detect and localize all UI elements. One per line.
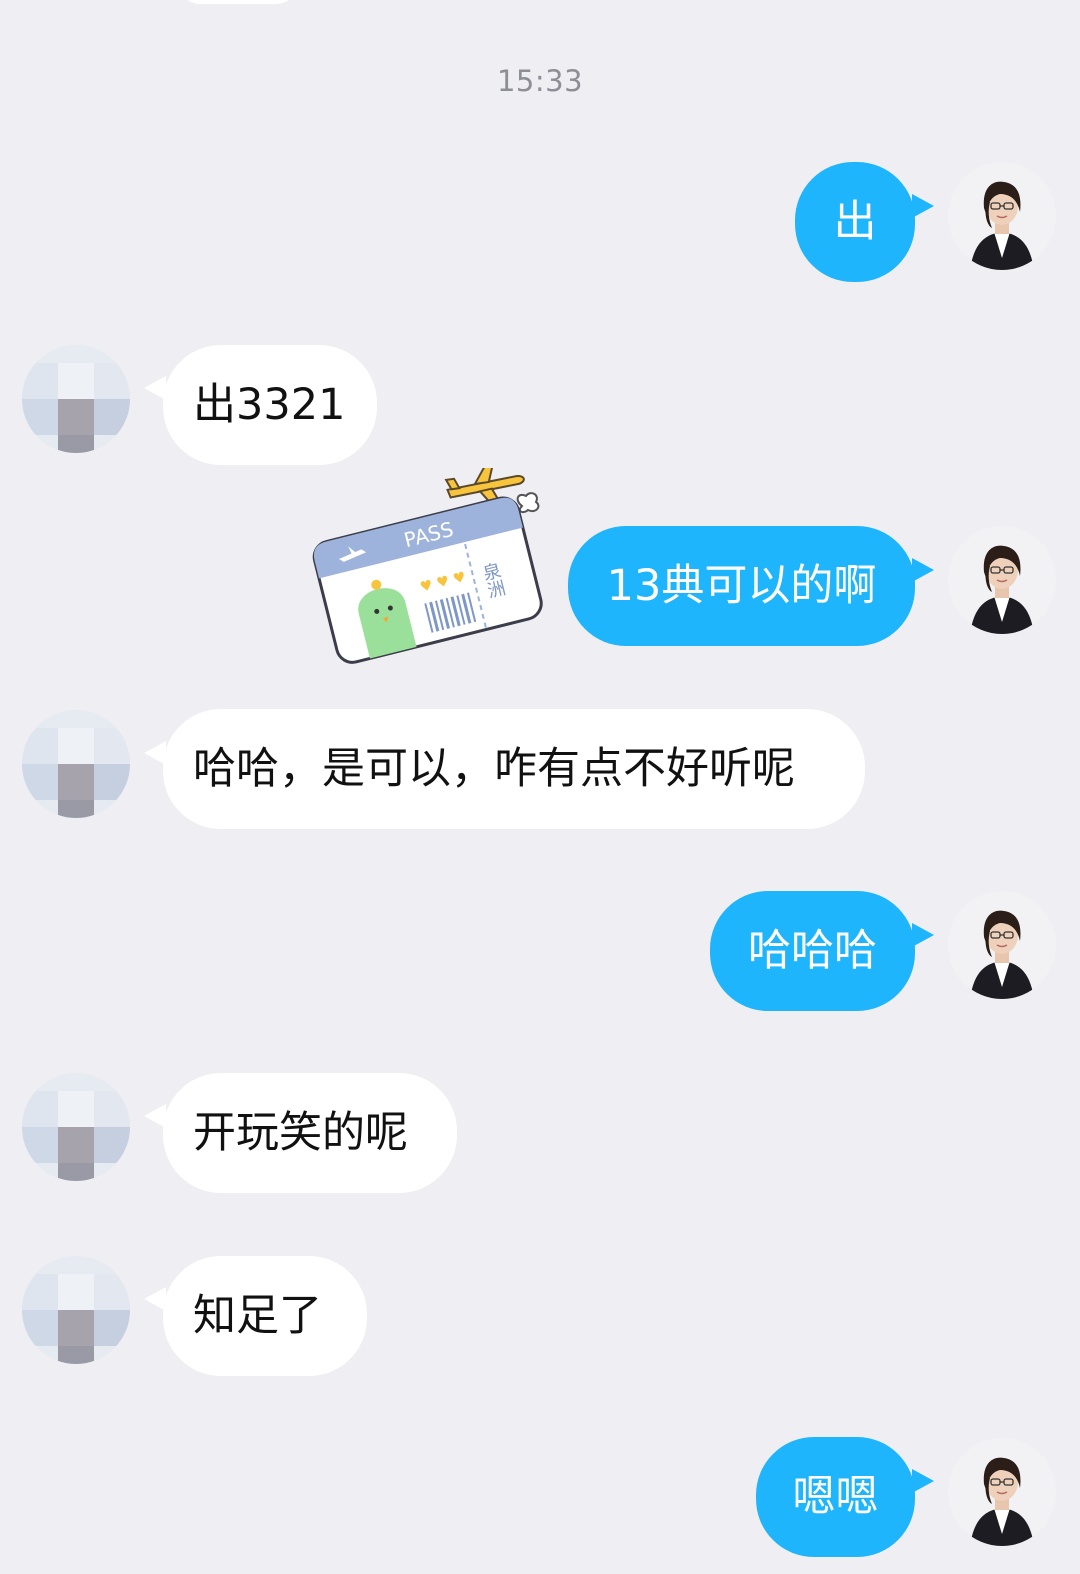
message-text: 哈哈哈 bbox=[748, 926, 877, 976]
message-text: 出3321 bbox=[193, 380, 346, 430]
message-text: 知足了 bbox=[193, 1291, 322, 1341]
message-bubble-self[interactable]: 哈哈哈 bbox=[710, 891, 915, 1011]
self-avatar-icon[interactable] bbox=[948, 162, 1056, 270]
message-bubble-other[interactable]: 哈哈，是可以，咋有点不好听呢 bbox=[163, 709, 865, 829]
message-text: 13典可以的啊 bbox=[606, 561, 877, 611]
self-avatar-icon[interactable] bbox=[948, 526, 1056, 634]
bubble-tail-self bbox=[912, 923, 934, 947]
self-avatar-icon[interactable] bbox=[948, 1438, 1056, 1546]
bubble-tail-self bbox=[912, 194, 934, 218]
message-text: 嗯嗯 bbox=[792, 1472, 879, 1522]
self-avatar-icon[interactable] bbox=[948, 891, 1056, 999]
previous-message-bubble-edge bbox=[178, 0, 298, 4]
message-text: 出 bbox=[833, 197, 877, 247]
boarding-pass-sticker[interactable]: PASS 泉洲 ♥ ♥ ♥ bbox=[300, 464, 550, 673]
message-bubble-self[interactable]: 嗯嗯 bbox=[756, 1437, 915, 1557]
contact-avatar-icon[interactable] bbox=[22, 710, 130, 818]
contact-avatar-icon[interactable] bbox=[22, 1256, 130, 1364]
message-text: 哈哈，是可以，咋有点不好听呢 bbox=[193, 744, 795, 794]
contact-avatar-icon[interactable] bbox=[22, 345, 130, 453]
message-bubble-self[interactable]: 出 bbox=[795, 162, 915, 282]
message-bubble-other[interactable]: 知足了 bbox=[163, 1256, 367, 1376]
chat-thread[interactable]: 15:33 出 出3321 PASS 泉洲 ♥ ♥ ♥ 13典可以的啊 哈哈，是… bbox=[0, 0, 1080, 1574]
message-bubble-other[interactable]: 出3321 bbox=[163, 345, 377, 465]
message-timestamp: 15:33 bbox=[496, 64, 584, 98]
bubble-tail-self bbox=[912, 558, 934, 582]
message-bubble-other[interactable]: 开玩笑的呢 bbox=[163, 1073, 457, 1193]
message-text: 开玩笑的呢 bbox=[193, 1108, 408, 1158]
contact-avatar-icon[interactable] bbox=[22, 1073, 130, 1181]
bubble-tail-self bbox=[912, 1469, 934, 1493]
message-bubble-self[interactable]: 13典可以的啊 bbox=[568, 526, 915, 646]
